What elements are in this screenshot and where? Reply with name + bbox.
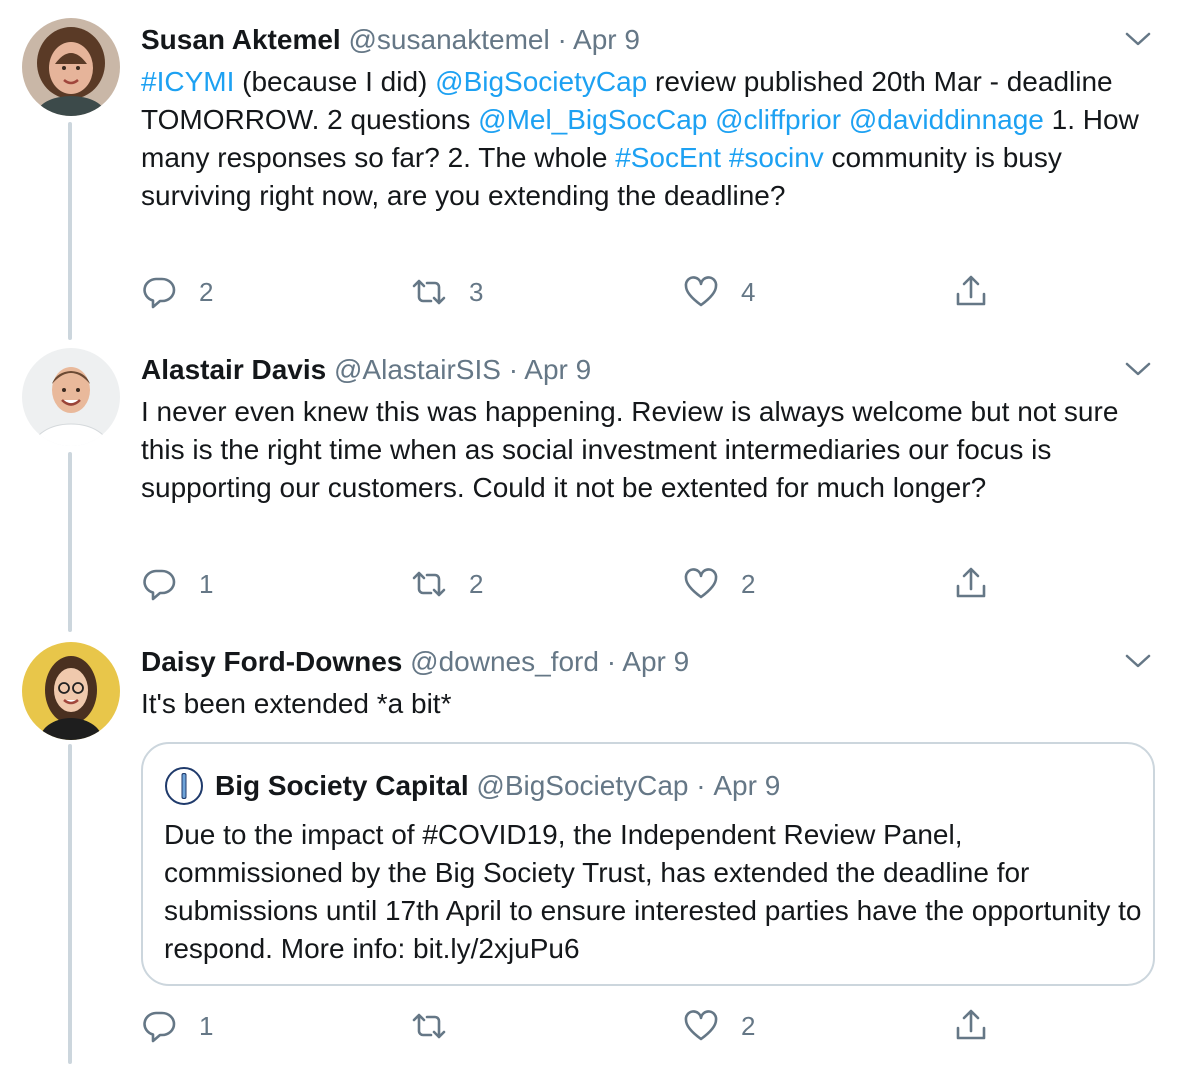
- reply-count: 2: [199, 276, 214, 307]
- tweet-header: Daisy Ford-Downes @downes_ford · Apr 9: [141, 644, 689, 680]
- reply-icon: [143, 1011, 176, 1043]
- author-name[interactable]: Alastair Davis: [141, 354, 326, 385]
- avatar[interactable]: [22, 18, 120, 116]
- tweet-text: I never even knew this was happening. Re…: [141, 393, 1151, 507]
- mention-link[interactable]: @BigSocietyCap: [435, 66, 647, 97]
- share-icon: [956, 275, 986, 306]
- quoted-author-handle[interactable]: @BigSocietyCap: [476, 766, 688, 806]
- heart-icon: [684, 1010, 718, 1041]
- chevron-down-icon[interactable]: [1123, 646, 1153, 676]
- separator: ·: [696, 770, 706, 801]
- quoted-tweet-text: Due to the impact of #COVID19, the Indep…: [164, 819, 1142, 964]
- mention-link[interactable]: @daviddinnage: [849, 104, 1044, 135]
- separator: ·: [606, 646, 617, 677]
- tweet-text: It's been extended *a bit*: [141, 685, 1151, 723]
- quoted-author-name[interactable]: Big Society Capital: [215, 766, 469, 806]
- quoted-tweet-date[interactable]: Apr 9: [713, 766, 780, 806]
- reply-icon: [143, 569, 176, 601]
- tweet[interactable]: Susan Aktemel @susanaktemel · Apr 9 #ICY…: [0, 0, 1183, 340]
- chevron-down-icon[interactable]: [1123, 354, 1153, 384]
- share-button[interactable]: [953, 564, 1011, 604]
- avatar-image: [22, 18, 120, 116]
- hashtag-link[interactable]: #ICYMI: [141, 66, 234, 97]
- retweet-button[interactable]: 2: [411, 564, 483, 604]
- quoted-tweet-header: Big Society Capital @BigSocietyCap · Apr…: [165, 766, 780, 806]
- like-button[interactable]: 2: [683, 564, 755, 604]
- mention-link[interactable]: @cliffprior: [715, 104, 841, 135]
- like-count: 2: [741, 1010, 756, 1041]
- chevron-down-icon[interactable]: [1123, 24, 1153, 54]
- share-icon: [956, 1009, 986, 1040]
- tweet-actions: 2 3 4: [141, 272, 1001, 312]
- hashtag-link[interactable]: #SocEnt: [615, 142, 721, 173]
- reply-icon: [143, 277, 176, 309]
- share-button[interactable]: [953, 272, 1011, 312]
- share-button[interactable]: [953, 1006, 1011, 1046]
- quoted-avatar[interactable]: [165, 767, 203, 805]
- author-handle[interactable]: @susanaktemel: [349, 24, 550, 55]
- tweet-text-segment: [707, 104, 715, 135]
- tweet-text-segment: I never even knew this was happening. Re…: [141, 396, 1119, 503]
- quoted-tweet[interactable]: Big Society Capital @BigSocietyCap · Apr…: [141, 742, 1155, 986]
- separator: ·: [557, 24, 567, 55]
- retweet-button[interactable]: [411, 1006, 469, 1046]
- tweet-actions: 1 2: [141, 1006, 1001, 1046]
- reply-count: 1: [199, 1010, 214, 1041]
- tweet-text: #ICYMI (because I did) @BigSocietyCap re…: [141, 63, 1151, 215]
- tweet-text-segment: [841, 104, 849, 135]
- tweet-header: Susan Aktemel @susanaktemel · Apr 9: [141, 22, 640, 58]
- avatar[interactable]: [22, 642, 120, 740]
- retweet-count: 3: [469, 276, 484, 307]
- mention-link[interactable]: @Mel_BigSocCap: [478, 104, 707, 135]
- author-handle[interactable]: @downes_ford: [410, 646, 599, 677]
- tweet-text-segment: It's been extended *a bit*: [141, 688, 452, 719]
- reply-button[interactable]: 1: [141, 1006, 213, 1046]
- retweet-icon: [412, 279, 446, 305]
- author-handle[interactable]: @AlastairSIS: [334, 354, 501, 385]
- author-name[interactable]: Daisy Ford-Downes: [141, 646, 402, 677]
- tweet-actions: 1 2 2: [141, 564, 1001, 604]
- retweet-icon: [412, 1013, 446, 1039]
- tweet-header: Alastair Davis @AlastairSIS · Apr 9: [141, 352, 591, 388]
- retweet-button[interactable]: 3: [411, 272, 483, 312]
- tweet-date[interactable]: Apr 9: [573, 24, 640, 55]
- separator: ·: [508, 354, 519, 385]
- tweet[interactable]: Alastair Davis @AlastairSIS · Apr 9 I ne…: [0, 330, 1183, 630]
- retweet-count: 2: [469, 568, 484, 599]
- tweet-text-segment: [721, 142, 729, 173]
- reply-count: 1: [199, 568, 214, 599]
- tweet-date[interactable]: Apr 9: [622, 646, 689, 677]
- like-count: 4: [741, 276, 756, 307]
- avatar[interactable]: [22, 348, 120, 446]
- like-button[interactable]: 2: [683, 1006, 755, 1046]
- retweet-icon: [412, 571, 446, 597]
- reply-button[interactable]: 2: [141, 272, 213, 312]
- like-button[interactable]: 4: [683, 272, 755, 312]
- heart-icon: [684, 276, 718, 307]
- hashtag-link[interactable]: #socinv: [729, 142, 824, 173]
- avatar-image: [22, 348, 120, 446]
- tweet-date[interactable]: Apr 9: [524, 354, 591, 385]
- author-name[interactable]: Susan Aktemel: [141, 24, 341, 55]
- twitter-thread: Susan Aktemel @susanaktemel · Apr 9 #ICY…: [0, 0, 1183, 1065]
- reply-button[interactable]: 1: [141, 564, 213, 604]
- share-icon: [956, 567, 986, 598]
- like-count: 2: [741, 568, 756, 599]
- avatar-image: [22, 642, 120, 740]
- tweet-text-segment: (because I did): [234, 66, 436, 97]
- heart-icon: [684, 568, 718, 599]
